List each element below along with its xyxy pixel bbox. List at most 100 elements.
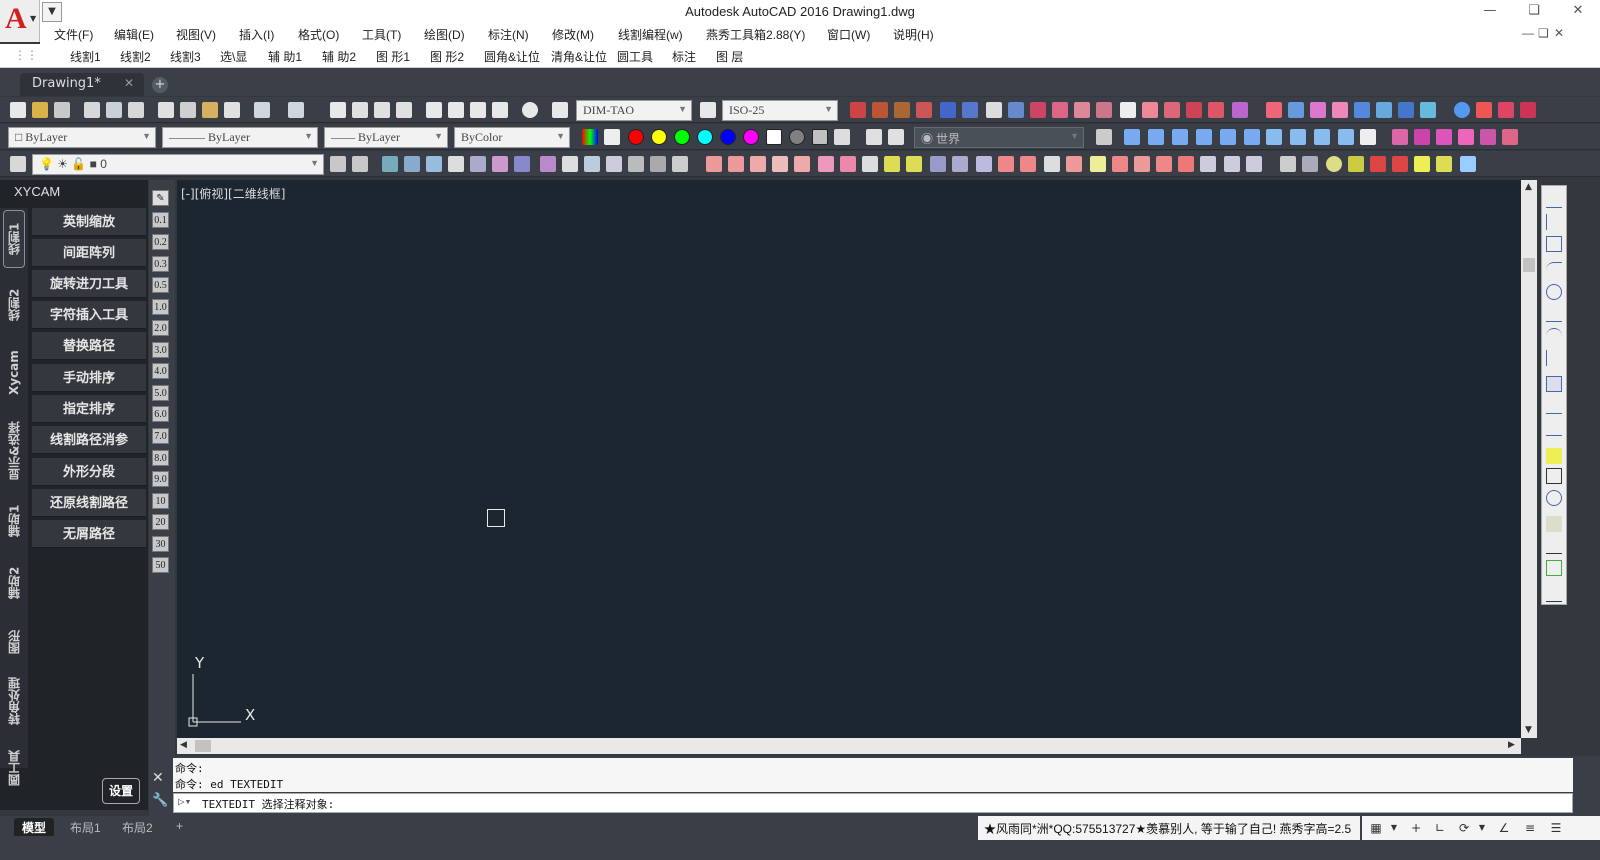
quick-access-dropdown-icon[interactable]: ▼ [42, 2, 62, 22]
yanxiu-tool-28-icon[interactable] [1476, 102, 1492, 118]
color-magenta-swatch[interactable] [743, 129, 759, 145]
command-prompt-icon[interactable]: ▷▾ [178, 795, 191, 808]
btn-chipless-path[interactable]: 无屑路径 [32, 520, 146, 548]
draw-tool-13-icon[interactable] [976, 156, 992, 172]
btn-restore-path[interactable]: 还原线割路径 [32, 489, 146, 517]
ctool-aux1[interactable]: 辅 助1 [268, 48, 302, 65]
chevron-down-icon[interactable]: ▼ [1474, 820, 1490, 836]
tab-layout2[interactable]: 布局2 [114, 818, 161, 836]
ucs-dropdown[interactable]: ◉ 世界 ▼ [914, 127, 1084, 148]
menu-edit[interactable]: 编辑(E) [114, 26, 154, 43]
btn-spacing-array[interactable]: 间距阵列 [32, 239, 146, 267]
draw-tool-1-icon[interactable] [706, 156, 722, 172]
scale-50[interactable]: 50 [152, 557, 169, 573]
ctool-wirecut3[interactable]: 线割3 [170, 48, 201, 65]
undo-icon[interactable] [254, 102, 270, 118]
color-dropdown[interactable]: □ ByLayer ▼ [8, 127, 156, 148]
btn-rotate-lead-in[interactable]: 旋转进刀工具 [32, 270, 146, 298]
purple-tool-4-icon[interactable] [1502, 129, 1518, 145]
scale-20[interactable]: 20 [152, 514, 169, 530]
yanxiu-tool-1-icon[interactable] [850, 102, 866, 118]
tab-layout1[interactable]: 布局1 [62, 818, 109, 836]
misc-tool-7-icon[interactable] [1414, 156, 1430, 172]
yanxiu-tool-30-icon[interactable] [1520, 102, 1536, 118]
command-input[interactable]: ▷▾ TEXTEDIT 选择注释对象: [173, 793, 1573, 813]
layer-previous-icon[interactable] [352, 156, 368, 172]
continue-dim-icon[interactable] [1546, 420, 1562, 436]
baseline-dim-icon[interactable] [1546, 398, 1562, 414]
yanxiu-tool-3-icon[interactable] [894, 102, 910, 118]
scale-30[interactable]: 30 [152, 536, 169, 552]
btn-path-unparam[interactable]: 线割路径消参 [32, 426, 146, 454]
cut-icon[interactable] [158, 102, 174, 118]
add-layout-plus-icon[interactable]: + [168, 818, 191, 836]
ucs-icon[interactable] [866, 129, 882, 145]
scale-0-1[interactable]: 0.1 [152, 212, 169, 228]
yanxiu-tool-6-icon[interactable] [962, 102, 978, 118]
help-icon[interactable] [522, 102, 538, 118]
draw-tool-15-icon[interactable] [1020, 156, 1036, 172]
view-se-iso-icon[interactable] [1290, 129, 1306, 145]
yanxiu-tool-9-icon[interactable] [1030, 102, 1046, 118]
draw-tool-21-icon[interactable] [1156, 156, 1172, 172]
menu-insert[interactable]: 插入(I) [239, 26, 274, 43]
open-folder-icon[interactable] [32, 102, 48, 118]
yanxiu-tool-13-icon[interactable] [1120, 102, 1136, 118]
menu-draw[interactable]: 绘图(D) [424, 26, 465, 43]
menu-file[interactable]: 文件(F) [54, 26, 93, 43]
ctool-shape2[interactable]: 图 形2 [430, 48, 464, 65]
scroll-right-icon[interactable]: ▶ [1508, 740, 1515, 750]
yanxiu-tool-23-icon[interactable] [1354, 102, 1370, 118]
doc-minimize-icon[interactable]: — [1522, 26, 1534, 40]
scale-1-0[interactable]: 1.0 [152, 299, 169, 315]
wirecut-tool-8-icon[interactable] [540, 156, 556, 172]
color-yellow-swatch[interactable] [651, 129, 667, 145]
purple-tool-1-icon[interactable] [1392, 129, 1408, 145]
wirecut-tool-10-icon[interactable] [584, 156, 600, 172]
view-front-icon[interactable] [1220, 129, 1236, 145]
view-bottom-icon[interactable] [1148, 129, 1164, 145]
menu-wirecut[interactable]: 线割编程(w) [618, 26, 683, 43]
btn-manual-sort[interactable]: 手动排序 [32, 364, 146, 392]
yanxiu-tool-18-icon[interactable] [1232, 102, 1248, 118]
calculator-icon[interactable] [492, 102, 508, 118]
vtab-circle-tools[interactable]: 圆工具 [3, 738, 25, 798]
drawing-canvas[interactable]: [-][俯视][二维线框] Y X [177, 180, 1521, 738]
misc-tool-4-icon[interactable] [1348, 156, 1364, 172]
view-back-icon[interactable] [1244, 129, 1260, 145]
view-left-icon[interactable] [1172, 129, 1188, 145]
menu-yanxiu[interactable]: 燕秀工具箱2.88(Y) [706, 26, 805, 43]
dim-update-icon[interactable] [1546, 560, 1562, 576]
snap-icon[interactable]: + [1408, 820, 1424, 836]
view-sw-iso-icon[interactable] [1266, 129, 1282, 145]
scale-7-0[interactable]: 7.0 [152, 428, 169, 444]
draw-tool-8-icon[interactable] [862, 156, 878, 172]
draw-tool-20-icon[interactable] [1134, 156, 1150, 172]
misc-tool-2-icon[interactable] [1302, 156, 1318, 172]
view-top-icon[interactable] [1124, 129, 1140, 145]
wirecut-tool-9-icon[interactable] [562, 156, 578, 172]
misc-tool-8-icon[interactable] [1436, 156, 1452, 172]
draw-tool-22-icon[interactable] [1178, 156, 1194, 172]
misc-tool-9-icon[interactable] [1460, 156, 1476, 172]
color-silver-swatch[interactable] [812, 129, 828, 145]
draw-tool-16-icon[interactable] [1044, 156, 1060, 172]
named-views-icon[interactable] [1096, 129, 1112, 145]
scale-0-3[interactable]: 0.3 [152, 256, 169, 272]
ctool-wirecut1[interactable]: 线割1 [70, 48, 101, 65]
yanxiu-tool-11-icon[interactable] [1074, 102, 1090, 118]
draw-tool-23-icon[interactable] [1200, 156, 1216, 172]
new-tab-plus-icon[interactable]: + [152, 77, 168, 93]
draw-tool-9-icon[interactable] [884, 156, 900, 172]
draw-tool-4-icon[interactable] [772, 156, 788, 172]
vtab-aux2[interactable]: 辅助2 [3, 554, 25, 612]
scale-4-0[interactable]: 4.0 [152, 363, 169, 379]
scale-0-5[interactable]: 0.5 [152, 277, 169, 293]
diameter-dim-icon[interactable] [1546, 328, 1562, 344]
misc-tool-1-icon[interactable] [1280, 156, 1296, 172]
close-icon[interactable]: ✕ [124, 76, 134, 90]
tab-model[interactable]: 模型 [14, 818, 55, 836]
scale-9-0[interactable]: 9.0 [152, 471, 169, 487]
wirecut-tool-7-icon[interactable] [514, 156, 530, 172]
arc-dim-icon[interactable] [1546, 262, 1562, 278]
